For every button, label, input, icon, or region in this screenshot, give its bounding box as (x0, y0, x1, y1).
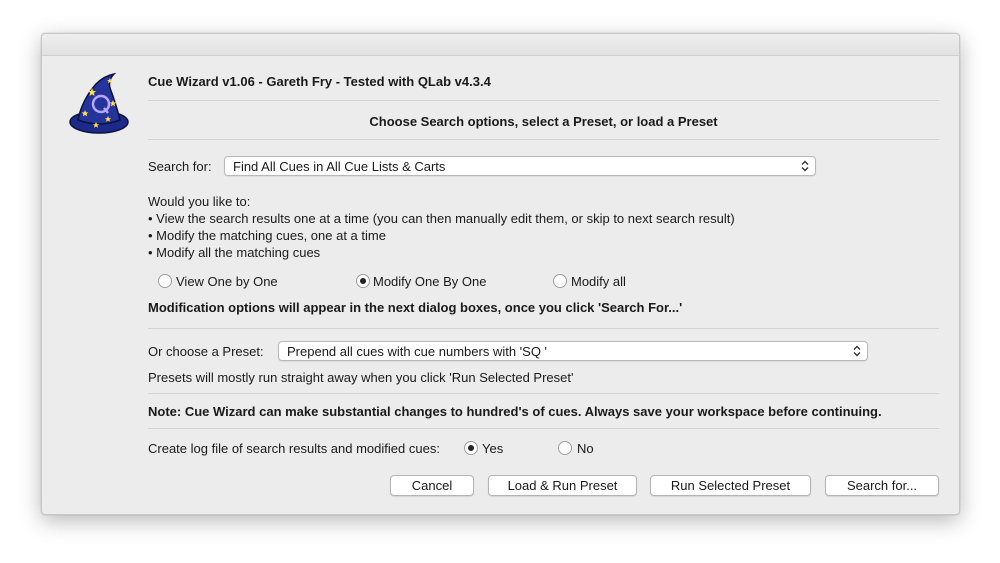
mode-bullet: • Modify all the matching cues (148, 245, 321, 260)
search-for-select[interactable]: Find All Cues in All Cue Lists & Carts (224, 156, 816, 176)
separator (148, 393, 939, 394)
up-down-chevron-icon (853, 345, 861, 357)
dialog-subtitle: Choose Search options, select a Preset, … (369, 114, 718, 129)
search-for-label: Search for: (148, 159, 212, 174)
radio-log-yes-label[interactable]: Yes (482, 441, 503, 456)
preset-hint: Presets will mostly run straight away wh… (148, 370, 574, 385)
search-for-value: Find All Cues in All Cue Lists & Carts (233, 159, 446, 174)
radio-view-one-by-one[interactable] (158, 274, 172, 288)
separator (148, 428, 939, 429)
mode-bullet: • Modify the matching cues, one at a tim… (148, 228, 386, 243)
separator (148, 139, 939, 140)
separator (148, 100, 939, 101)
radio-modify-one-by-one[interactable] (356, 274, 370, 288)
radio-modify-one-by-one-label[interactable]: Modify One By One (373, 274, 486, 289)
radio-log-no-label[interactable]: No (577, 441, 594, 456)
preset-select[interactable]: Prepend all cues with cue numbers with '… (278, 341, 868, 361)
mode-intro: Would you like to: (148, 194, 251, 209)
radio-log-yes[interactable] (464, 441, 478, 455)
window-titlebar[interactable] (42, 34, 959, 56)
preset-label: Or choose a Preset: (148, 344, 264, 359)
search-for-button[interactable]: Search for... (825, 475, 939, 496)
modification-note: Modification options will appear in the … (148, 300, 683, 315)
preset-value: Prepend all cues with cue numbers with '… (287, 344, 548, 359)
separator (148, 328, 939, 329)
radio-view-one-by-one-label[interactable]: View One by One (176, 274, 278, 289)
run-selected-preset-button[interactable]: Run Selected Preset (650, 475, 811, 496)
radio-modify-all-label[interactable]: Modify all (571, 274, 626, 289)
radio-log-no[interactable] (558, 441, 572, 455)
cue-wizard-dialog: Cue Wizard v1.06 - Gareth Fry - Tested w… (41, 33, 960, 515)
radio-modify-all[interactable] (553, 274, 567, 288)
log-file-label: Create log file of search results and mo… (148, 441, 440, 456)
warning-note: Note: Cue Wizard can make substantial ch… (148, 404, 882, 419)
mode-bullet: • View the search results one at a time … (148, 211, 735, 226)
wizard-hat-icon (68, 70, 130, 136)
up-down-chevron-icon (801, 160, 809, 172)
dialog-title: Cue Wizard v1.06 - Gareth Fry - Tested w… (148, 74, 491, 89)
load-and-run-preset-button[interactable]: Load & Run Preset (488, 475, 637, 496)
cancel-button[interactable]: Cancel (390, 475, 474, 496)
